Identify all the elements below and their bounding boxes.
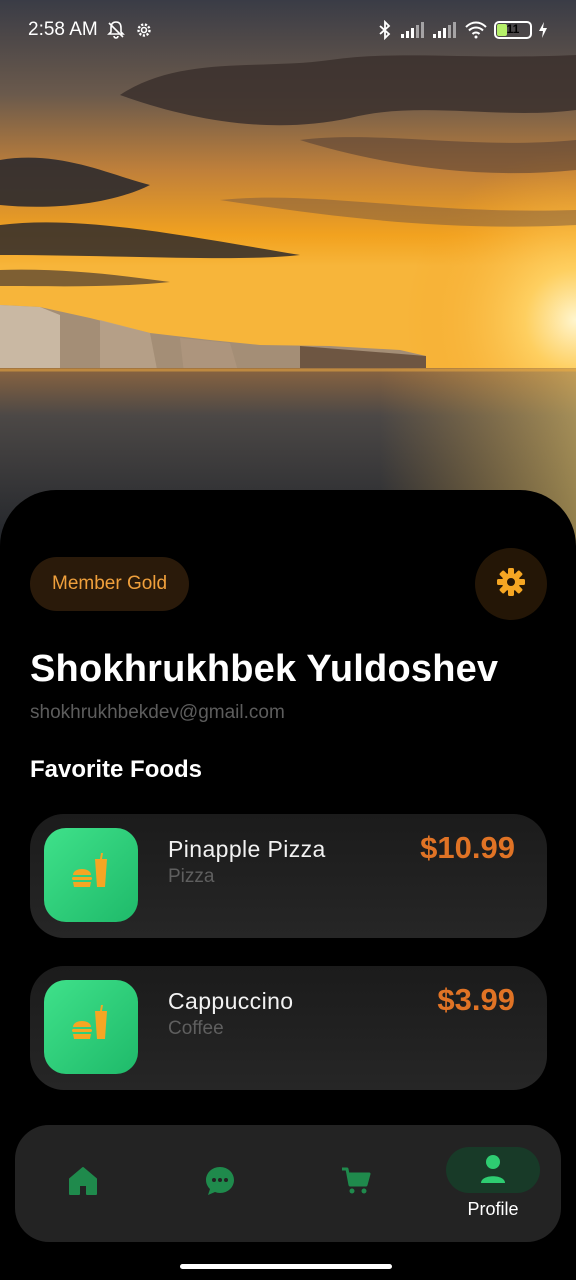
user-email: shokhrukhbekdev@gmail.com (30, 702, 285, 723)
food-category: Coffee (168, 1018, 224, 1039)
burger-drink-icon (69, 1003, 113, 1052)
battery-icon: 11 (494, 21, 532, 39)
status-bar: 2:58 AM 11 (0, 0, 576, 60)
home-indicator (180, 1264, 392, 1269)
food-name: Pinapple Pizza (168, 836, 326, 862)
status-bar-right: 11 (376, 20, 548, 40)
profile-icon (478, 1153, 508, 1190)
signal-icon (432, 21, 458, 39)
header-background-image (0, 0, 576, 560)
settings-gear-icon (134, 20, 154, 40)
nav-item-home[interactable] (38, 1125, 128, 1242)
nav-item-chat[interactable] (175, 1125, 265, 1242)
cart-icon (340, 1165, 372, 1202)
nav-item-cart[interactable] (311, 1125, 401, 1242)
membership-badge: Member Gold (30, 557, 190, 611)
bell-off-icon (106, 20, 126, 40)
food-price: $3.99 (437, 982, 515, 1017)
food-name: Cappuccino (168, 988, 294, 1014)
burger-drink-icon (69, 851, 113, 900)
food-card[interactable]: Cappuccino Coffee $3.99 (30, 966, 547, 1090)
nav-label-profile[interactable]: Profile (446, 1199, 540, 1220)
bluetooth-icon (376, 20, 394, 40)
food-thumbnail (44, 980, 138, 1074)
gear-icon (495, 566, 527, 603)
bottom-navigation: Profile (15, 1125, 561, 1242)
clock: 2:58 AM (28, 19, 98, 40)
food-card[interactable]: Pinapple Pizza Pizza $10.99 (30, 814, 547, 938)
food-thumbnail (44, 828, 138, 922)
settings-button[interactable] (475, 548, 547, 620)
user-name: Shokhrukhbek Yuldoshev (30, 648, 499, 690)
battery-level: 11 (506, 22, 520, 36)
profile-top-row: Member Gold (30, 548, 547, 620)
status-bar-left: 2:58 AM (28, 19, 154, 41)
favorites-title: Favorite Foods (30, 756, 203, 783)
signal-icon (400, 21, 426, 39)
chat-icon (204, 1165, 236, 1202)
food-price: $10.99 (420, 830, 515, 865)
home-icon (67, 1165, 99, 1202)
wifi-icon (464, 21, 488, 39)
food-category: Pizza (168, 866, 215, 887)
charging-icon (538, 22, 548, 38)
